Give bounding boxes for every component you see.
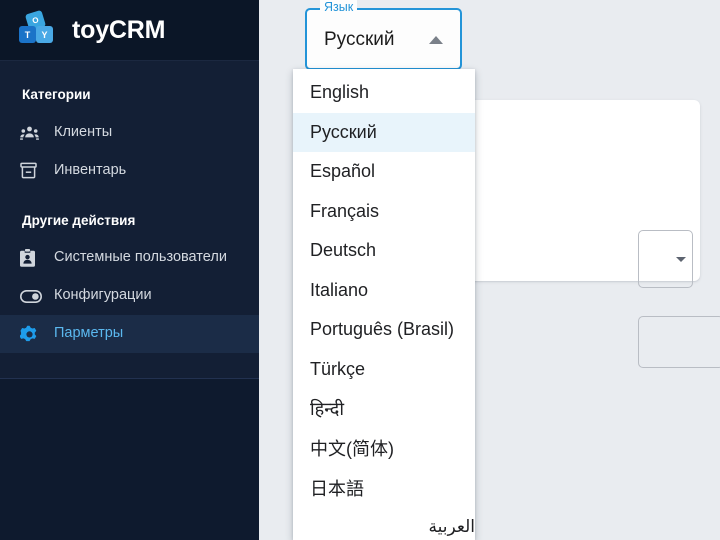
language-dropdown-menu[interactable]: English Русский Español Français Deutsch Ital… [293,69,475,540]
sidebar-item-label: Инвентарь [54,161,127,178]
sidebar-item-configurations[interactable]: Конфигурации [0,277,259,315]
settings-select-field[interactable] [638,230,693,288]
sidebar-footer-area [0,379,259,540]
sidebar-group-other-actions: Системные пользователи Конфигурации Парм… [0,239,259,353]
id-badge-icon [20,249,46,267]
language-option[interactable]: Türkçe [293,350,475,390]
language-option[interactable]: Português (Brasil) [293,310,475,350]
app-logo-icon: O T Y [18,9,60,48]
sidebar-header: O T Y toyCRM [0,0,259,61]
gear-icon [20,325,46,344]
sidebar-item-clients[interactable]: Клиенты [0,114,259,152]
chevron-down-icon [676,257,686,262]
language-option[interactable]: हिन्दी [293,389,475,429]
toggle-switch-icon [20,289,46,303]
people-group-icon [20,125,46,140]
language-option[interactable]: Italiano [293,271,475,311]
language-option[interactable]: العربية [293,508,475,540]
sidebar-group-categories: Клиенты Инвентарь [0,114,259,190]
inventory-box-icon [20,162,46,179]
sidebar-item-system-users[interactable]: Системные пользователи [0,239,259,277]
language-option[interactable]: Deutsch [293,231,475,271]
language-option[interactable]: 中文(简体) [293,429,475,469]
chevron-up-icon[interactable] [429,36,443,44]
language-option[interactable]: Français [293,192,475,232]
language-select-label: Язык [320,0,358,14]
app-root: O T Y toyCRM Категории Клиенты Инвентарь… [0,0,720,540]
sidebar: O T Y toyCRM Категории Клиенты Инвентарь… [0,0,259,540]
logo-cube-t: T [19,26,36,43]
language-option[interactable]: English [293,73,475,113]
logo-cube-y: Y [36,26,53,43]
language-option[interactable]: Español [293,152,475,192]
sidebar-section-title-other-actions: Другие действия [22,212,136,228]
sidebar-section-title-categories: Категории [22,87,91,102]
sidebar-item-label: Конфигурации [54,287,152,304]
language-option[interactable]: 日本語 [293,468,475,508]
sidebar-item-label: Системные пользователи [54,249,227,266]
settings-card [458,100,720,368]
language-select[interactable]: Язык Русский [305,0,462,70]
settings-text-field[interactable] [638,316,720,368]
sidebar-item-label: Парметры [54,325,124,342]
sidebar-item-parameters[interactable]: Парметры [0,315,259,353]
language-option[interactable]: Русский [293,112,475,152]
sidebar-item-label: Клиенты [54,123,113,140]
language-select-value: Русский [324,29,395,50]
brand-name: toyCRM [72,15,166,44]
sidebar-item-inventory[interactable]: Инвентарь [0,152,259,190]
